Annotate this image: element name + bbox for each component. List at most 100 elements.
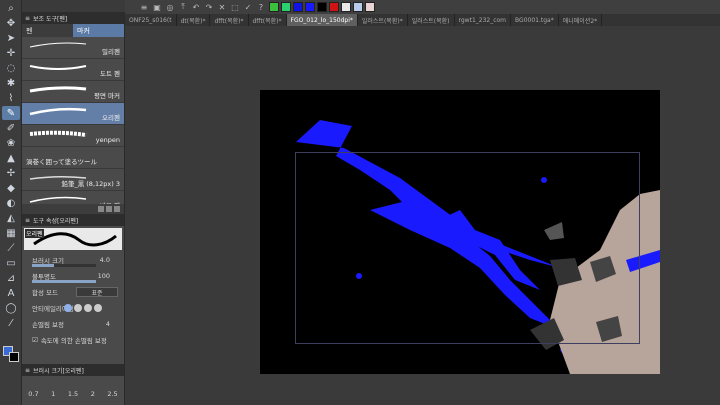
magic-wand-icon[interactable]: ✱: [2, 76, 20, 90]
document-tab[interactable]: ONF25_s016(t: [125, 14, 177, 26]
color-swatch[interactable]: [329, 2, 339, 12]
color-swatch[interactable]: [317, 2, 327, 12]
checkbox-icon[interactable]: ☑: [32, 336, 38, 344]
document-tab[interactable]: 일러스트(목환)*: [358, 14, 408, 26]
brush-item-selected[interactable]: 오리펜: [22, 103, 124, 125]
panel-menu-icon[interactable]: ≡: [25, 367, 30, 374]
brush-name: 밀리펜: [102, 48, 120, 56]
brush-item[interactable]: 鉛筆_黒 (8,12px) 3: [22, 169, 124, 191]
app-window: ⌕ ✥ ➤ ✛ ◌ ✱ ⌇ ✎ ✐ ❀ ▲ ✢ ◆ ◐ ◭ ▦ ⟋ ▭ ⊿ A …: [0, 0, 720, 405]
size-preset[interactable]: 1.5: [68, 390, 78, 398]
line-tool-icon[interactable]: ⁄: [2, 316, 20, 330]
text-tool-icon[interactable]: A: [2, 286, 20, 300]
balloon-tool-icon[interactable]: ◯: [2, 301, 20, 315]
sub-color-swatch[interactable]: [9, 352, 19, 362]
eraser-icon[interactable]: ◆: [2, 181, 20, 195]
brush-item[interactable]: 평면 마커: [22, 81, 124, 103]
document-tab[interactable]: dt(목환)*: [177, 14, 211, 26]
move-tool-icon[interactable]: ✥: [2, 16, 20, 30]
document-tab[interactable]: 애니메이션2*: [559, 14, 603, 26]
antialias-option[interactable]: [84, 304, 92, 312]
frame-guide: [295, 152, 640, 344]
eyedropper-icon[interactable]: ⌇: [2, 91, 20, 105]
redo-icon[interactable]: ↷: [204, 2, 214, 12]
document-tab[interactable]: BG0001.tga*: [511, 14, 559, 26]
undo-icon[interactable]: ↶: [191, 2, 201, 12]
brush-stroke-preview: [29, 86, 87, 93]
ruler-tool-icon[interactable]: ⊿: [2, 271, 20, 285]
check-icon[interactable]: ✓: [243, 2, 253, 12]
antialias-options[interactable]: [64, 304, 102, 312]
menu-icon[interactable]: ≡: [139, 2, 149, 12]
document-tab[interactable]: dfft(목환)*: [210, 14, 249, 26]
blend-tool-icon[interactable]: ◐: [2, 196, 20, 210]
pencil-tool-icon[interactable]: ✐: [2, 121, 20, 135]
transform-icon[interactable]: ⬚: [230, 2, 240, 12]
airbrush-icon[interactable]: ▲: [2, 151, 20, 165]
help-icon[interactable]: ?: [256, 2, 266, 12]
antialias-option[interactable]: [74, 304, 82, 312]
decoration-tool-icon[interactable]: ✢: [2, 166, 20, 180]
brush-size-row[interactable]: 브러시 크기 4.0: [22, 252, 124, 268]
lasso-tool-icon[interactable]: ◌: [2, 61, 20, 75]
command-bar: ≡ ▣ ◎ ⤒ ↶ ↷ ✕ ⬚ ✓ ?: [125, 0, 720, 14]
save-icon[interactable]: ▣: [152, 2, 162, 12]
stabilization-row[interactable]: 손떨림 보정 4: [22, 316, 124, 332]
color-swatch[interactable]: [281, 2, 291, 12]
size-preset[interactable]: 1: [51, 390, 55, 398]
brush-size-value[interactable]: 4.0: [100, 256, 110, 264]
brush-stroke-preview: [29, 130, 87, 137]
color-history: [269, 2, 375, 12]
brush-item[interactable]: 밀리펜: [22, 37, 124, 59]
panel-menu-icon[interactable]: ≡: [25, 15, 30, 22]
speed-stabilization-row[interactable]: ☑ 속도에 의한 손떨림 보정: [22, 332, 124, 348]
document-tab[interactable]: 일러스트(목환): [408, 14, 455, 26]
document-tab[interactable]: FGO_012_lo_150dpi*: [286, 14, 358, 26]
target-icon[interactable]: ◎: [165, 2, 175, 12]
size-preset[interactable]: 2.5: [107, 390, 117, 398]
add-brush-icon[interactable]: [98, 206, 104, 212]
sub-tool-header: ≡ 보조 도구[펜]: [22, 12, 124, 24]
sub-tool-title: 보조 도구[펜]: [33, 15, 68, 23]
brush-tool-icon[interactable]: ❀: [2, 136, 20, 150]
tab-marker[interactable]: 마커: [73, 24, 124, 37]
antialias-option[interactable]: [94, 304, 102, 312]
sub-tool-panel: ≡ 보조 도구[펜] 펜 마커 밀리펜 도트 펜 평면 마커 오리펜 yenpe…: [22, 12, 125, 214]
document-tab[interactable]: dfft(목환)*: [249, 14, 287, 26]
color-swatch[interactable]: [293, 2, 303, 12]
blend-mode-select[interactable]: 표준: [76, 287, 118, 297]
brush-item[interactable]: yenpen: [22, 125, 124, 147]
stabilization-value[interactable]: 4: [106, 320, 110, 328]
operation-tool-icon[interactable]: ➤: [2, 31, 20, 45]
export-icon[interactable]: ⤒: [178, 2, 188, 12]
antialias-option[interactable]: [64, 304, 72, 312]
color-swatch[interactable]: [305, 2, 315, 12]
zoom-tool-icon[interactable]: ⌕: [2, 1, 20, 15]
size-preset[interactable]: 0.7: [28, 390, 38, 398]
panel-menu-icon[interactable]: ≡: [25, 217, 30, 224]
gradient-tool-icon[interactable]: ▦: [2, 226, 20, 240]
color-swatch[interactable]: [341, 2, 351, 12]
opacity-value[interactable]: 100: [98, 272, 110, 280]
brush-item[interactable]: 도트 펜: [22, 59, 124, 81]
color-swatch[interactable]: [365, 2, 375, 12]
figure-tool-icon[interactable]: ⟋: [2, 241, 20, 255]
fill-tool-icon[interactable]: ◭: [2, 211, 20, 225]
pen-tool-icon[interactable]: ✎: [2, 106, 20, 120]
opacity-row[interactable]: 불투명도 100: [22, 268, 124, 284]
tool-palette: ⌕ ✥ ➤ ✛ ◌ ✱ ⌇ ✎ ✐ ❀ ▲ ✢ ◆ ◐ ◭ ▦ ⟋ ▭ ⊿ A …: [0, 0, 22, 405]
delete-brush-icon[interactable]: [114, 206, 120, 212]
brush-item[interactable]: 渦巻く囲って塗るツール: [22, 147, 124, 169]
frame-tool-icon[interactable]: ▭: [2, 256, 20, 270]
tab-marker-label: 마커: [77, 26, 90, 35]
copy-brush-icon[interactable]: [106, 206, 112, 212]
tab-pen[interactable]: 펜: [22, 24, 73, 37]
color-swatch[interactable]: [353, 2, 363, 12]
clear-icon[interactable]: ✕: [217, 2, 227, 12]
color-swatch[interactable]: [269, 2, 279, 12]
brush-size-slider[interactable]: [32, 264, 96, 267]
size-preset[interactable]: 2: [91, 390, 95, 398]
document-tab[interactable]: rgwt1_232_com: [455, 14, 512, 26]
opacity-slider[interactable]: [32, 280, 96, 283]
layer-move-icon[interactable]: ✛: [2, 46, 20, 60]
